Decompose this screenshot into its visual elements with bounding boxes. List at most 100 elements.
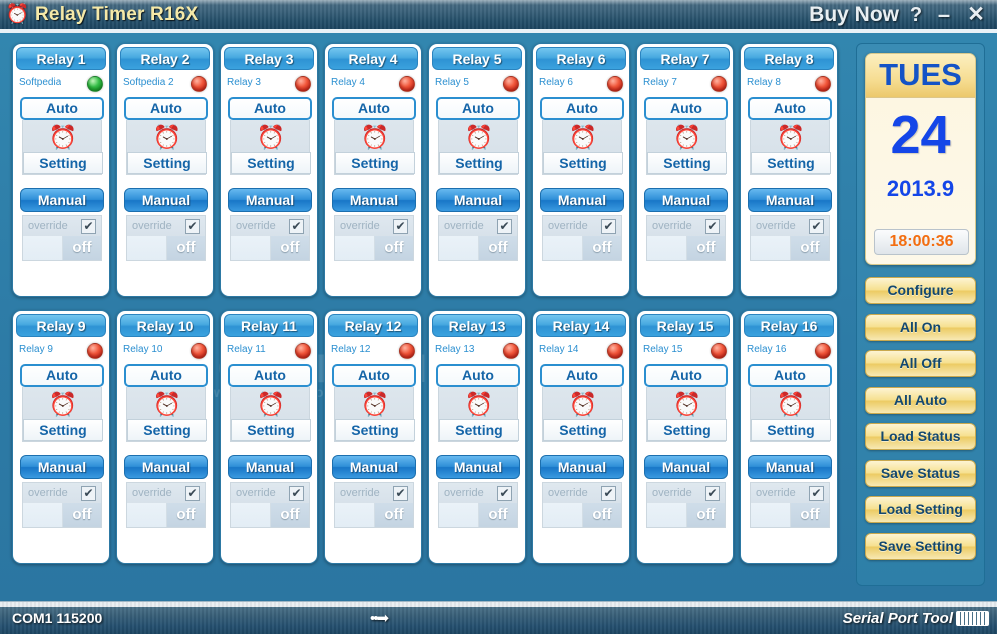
override-checkbox[interactable]: ✔ [393,219,408,234]
buy-now-button[interactable]: Buy Now [809,2,899,28]
relay-state-toggle[interactable]: off [750,236,830,261]
override-checkbox[interactable]: ✔ [497,486,512,501]
auto-button[interactable]: Auto [644,364,728,387]
toggle-off-half[interactable]: off [63,503,101,527]
manual-button[interactable]: Manual [124,455,208,479]
setting-button[interactable]: Setting [543,152,623,174]
auto-button[interactable]: Auto [540,97,624,120]
override-checkbox[interactable]: ✔ [601,219,616,234]
auto-button[interactable]: Auto [124,97,208,120]
relay-state-toggle[interactable]: off [646,236,726,261]
toggle-off-half[interactable]: off [167,503,205,527]
setting-button[interactable]: Setting [751,152,831,174]
override-checkbox[interactable]: ✔ [809,486,824,501]
setting-button[interactable]: Setting [127,152,207,174]
setting-button[interactable]: Setting [647,152,727,174]
relay-state-toggle[interactable]: off [542,236,622,261]
manual-button[interactable]: Manual [228,188,312,212]
toggle-off-half[interactable]: off [167,236,205,260]
toggle-off-half[interactable]: off [375,236,413,260]
auto-button[interactable]: Auto [644,97,728,120]
toggle-off-half[interactable]: off [479,236,517,260]
setting-button[interactable]: Setting [127,419,207,441]
sidebar-button-all-auto[interactable]: All Auto [865,386,976,414]
toggle-on-half[interactable] [439,503,479,527]
relay-state-toggle[interactable]: off [542,503,622,528]
toggle-off-half[interactable]: off [375,503,413,527]
relay-state-toggle[interactable]: off [750,503,830,528]
manual-button[interactable]: Manual [644,188,728,212]
relay-state-toggle[interactable]: off [22,503,102,528]
manual-button[interactable]: Manual [748,188,832,212]
manual-button[interactable]: Manual [540,188,624,212]
toggle-on-half[interactable] [231,503,271,527]
manual-button[interactable]: Manual [436,455,520,479]
override-checkbox[interactable]: ✔ [81,219,96,234]
auto-button[interactable]: Auto [124,364,208,387]
setting-button[interactable]: Setting [231,152,311,174]
sidebar-button-all-on[interactable]: All On [865,313,976,341]
override-checkbox[interactable]: ✔ [705,219,720,234]
sidebar-button-configure[interactable]: Configure [865,277,976,304]
toggle-on-half[interactable] [23,236,63,260]
setting-button[interactable]: Setting [23,419,103,441]
override-checkbox[interactable]: ✔ [81,486,96,501]
relay-state-toggle[interactable]: off [646,503,726,528]
toggle-off-half[interactable]: off [271,236,309,260]
auto-button[interactable]: Auto [20,97,104,120]
override-checkbox[interactable]: ✔ [497,219,512,234]
auto-button[interactable]: Auto [332,364,416,387]
relay-state-toggle[interactable]: off [334,236,414,261]
toggle-on-half[interactable] [647,236,687,260]
relay-state-toggle[interactable]: off [438,503,518,528]
setting-button[interactable]: Setting [335,152,415,174]
manual-button[interactable]: Manual [332,455,416,479]
toggle-on-half[interactable] [543,236,583,260]
relay-state-toggle[interactable]: off [230,236,310,261]
override-checkbox[interactable]: ✔ [185,486,200,501]
toggle-off-half[interactable]: off [583,503,621,527]
toggle-off-half[interactable]: off [583,236,621,260]
setting-button[interactable]: Setting [543,419,623,441]
toggle-on-half[interactable] [335,236,375,260]
relay-state-toggle[interactable]: off [126,236,206,261]
setting-button[interactable]: Setting [23,152,103,174]
auto-button[interactable]: Auto [748,364,832,387]
toggle-on-half[interactable] [439,236,479,260]
auto-button[interactable]: Auto [436,97,520,120]
toggle-on-half[interactable] [127,236,167,260]
setting-button[interactable]: Setting [439,419,519,441]
toggle-on-half[interactable] [23,503,63,527]
auto-button[interactable]: Auto [436,364,520,387]
auto-button[interactable]: Auto [228,364,312,387]
auto-button[interactable]: Auto [540,364,624,387]
toggle-on-half[interactable] [751,503,791,527]
toggle-off-half[interactable]: off [791,236,829,260]
relay-state-toggle[interactable]: off [22,236,102,261]
help-button[interactable]: ? [903,2,929,28]
manual-button[interactable]: Manual [20,188,104,212]
setting-button[interactable]: Setting [439,152,519,174]
manual-button[interactable]: Manual [20,455,104,479]
toggle-on-half[interactable] [231,236,271,260]
toggle-on-half[interactable] [127,503,167,527]
toggle-off-half[interactable]: off [271,503,309,527]
toggle-on-half[interactable] [543,503,583,527]
auto-button[interactable]: Auto [228,97,312,120]
manual-button[interactable]: Manual [540,455,624,479]
sidebar-button-load-status[interactable]: Load Status [865,423,976,450]
toggle-off-half[interactable]: off [479,503,517,527]
sidebar-button-save-status[interactable]: Save Status [865,459,976,487]
setting-button[interactable]: Setting [647,419,727,441]
setting-button[interactable]: Setting [751,419,831,441]
toggle-off-half[interactable]: off [687,503,725,527]
auto-button[interactable]: Auto [748,97,832,120]
relay-state-toggle[interactable]: off [334,503,414,528]
override-checkbox[interactable]: ✔ [809,219,824,234]
override-checkbox[interactable]: ✔ [289,219,304,234]
sidebar-button-save-setting[interactable]: Save Setting [865,532,976,560]
close-button[interactable]: ✕ [963,2,989,28]
toggle-off-half[interactable]: off [63,236,101,260]
relay-state-toggle[interactable]: off [230,503,310,528]
toggle-on-half[interactable] [647,503,687,527]
